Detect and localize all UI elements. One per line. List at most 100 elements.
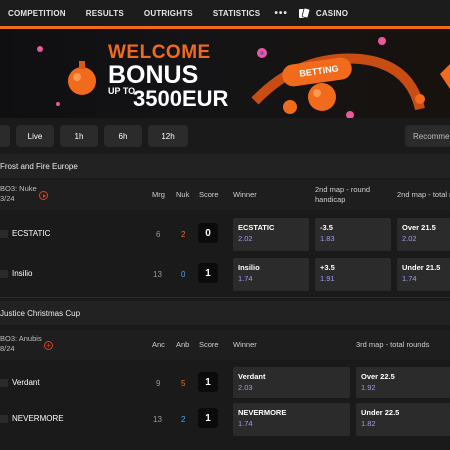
column-winner-header: Winner <box>233 190 257 199</box>
map-progress: 3/24 <box>0 193 15 203</box>
column-handicap-header: 2nd map - round handicap <box>315 185 371 204</box>
nav-competition[interactable]: COMPETITION <box>8 9 66 18</box>
stat-a: 6 <box>156 230 161 239</box>
odd-label: -3.5 <box>320 223 333 232</box>
odd-value: 1.92 <box>361 383 376 392</box>
tournament-header[interactable]: Frost and Fire Europe <box>0 154 450 178</box>
team-logo <box>0 269 8 278</box>
column-a-header: Anc <box>152 340 165 349</box>
column-score-header: Score <box>199 190 219 199</box>
column-total-header: 3rd map - total rounds <box>356 340 430 349</box>
column-total-header: 2nd map - total r <box>397 190 450 199</box>
add-icon[interactable]: + <box>44 341 53 350</box>
team-label: NEVERMORE <box>12 414 64 423</box>
odd-label: +3.5 <box>320 263 335 272</box>
team-logo <box>0 414 8 423</box>
more-menu-button[interactable]: ••• <box>274 8 288 19</box>
map-format: BO3: Nuke <box>0 184 37 193</box>
odd-value: 1.74 <box>238 274 253 283</box>
score-badge: 1 <box>198 408 218 428</box>
odd-value: 2.03 <box>238 383 253 392</box>
nav-casino-label: CASINO <box>315 8 349 18</box>
stat-b: 5 <box>181 379 186 388</box>
filter-6h-button[interactable]: 6h <box>104 125 142 147</box>
match-header: BO3: Anubis 8/24 + Anc Anb Score Winner … <box>0 330 450 360</box>
banner-welcome-text: WELCOME <box>108 42 211 63</box>
total-odd-button[interactable]: Over 22.5 1.92 <box>356 367 450 400</box>
score-badge: 1 <box>198 372 218 392</box>
match-map-info: BO3: Nuke 3/24 <box>0 184 37 204</box>
recommended-filter-button[interactable]: Recomme <box>405 125 450 147</box>
odd-value: 1.74 <box>402 274 417 283</box>
live-stream-icon[interactable] <box>39 191 48 200</box>
team-name[interactable]: ECSTATIC <box>0 229 50 238</box>
odd-value: 1.83 <box>320 234 335 243</box>
divider <box>0 297 450 298</box>
odd-label: Over 22.5 <box>361 372 395 381</box>
match-header: BO3: Nuke 3/24 Mrg Nuk Score Winner 2nd … <box>0 180 450 210</box>
stat-b: 0 <box>181 270 186 279</box>
stat-a: 13 <box>153 270 162 279</box>
column-winner-header: Winner <box>233 340 257 349</box>
tournament-name: Frost and Fire Europe <box>0 161 78 171</box>
odd-value: 2.02 <box>402 234 417 243</box>
nav-casino[interactable]: CASINO <box>298 7 349 19</box>
odd-value: 1.74 <box>238 419 253 428</box>
team-label: Insilio <box>12 269 33 278</box>
filter-12h-button[interactable]: 12h <box>148 125 188 147</box>
winner-odd-button[interactable]: Verdant 2.03 <box>233 367 350 400</box>
team-name[interactable]: Insilio <box>0 269 32 278</box>
column-a-header: Mrg <box>152 190 165 199</box>
tournament-header[interactable]: Justice Christmas Cup <box>0 301 450 325</box>
stat-b: 2 <box>181 230 186 239</box>
welcome-bonus-banner[interactable]: WELCOME BONUS UP TO 3500EUR BETTING <box>0 29 450 118</box>
odd-value: 1.91 <box>320 274 335 283</box>
match-map-info: BO3: Anubis 8/24 <box>0 334 42 354</box>
nav-outrights[interactable]: OUTRIGHTS <box>144 9 193 18</box>
time-filter-bar: Live 1h 6h 12h Recomme <box>0 118 450 154</box>
total-odd-button[interactable]: Under 22.5 1.82 <box>356 403 450 436</box>
team-label: ECSTATIC <box>12 229 51 238</box>
winner-odd-button[interactable]: NEVERMORE 1.74 <box>233 403 350 436</box>
team-name[interactable]: Verdant <box>0 378 40 387</box>
banner-amount-text: 3500EUR <box>133 86 229 111</box>
team-logo <box>0 229 8 238</box>
total-odd-button[interactable]: Under 21.5 1.74 <box>397 258 450 291</box>
odd-label: Verdant <box>238 372 266 381</box>
top-navigation: COMPETITION RESULTS OUTRIGHTS STATISTICS… <box>0 0 450 26</box>
column-score-header: Score <box>199 340 219 349</box>
team-name[interactable]: NEVERMORE <box>0 414 64 423</box>
stat-b: 2 <box>181 415 186 424</box>
column-b-header: Anb <box>176 340 190 349</box>
winner-odd-button[interactable]: ECSTATIC 2.02 <box>233 218 309 251</box>
tournament-name: Justice Christmas Cup <box>0 308 81 318</box>
handicap-odd-button[interactable]: +3.5 1.91 <box>315 258 391 291</box>
odd-label: ECSTATIC <box>238 223 275 232</box>
match-row: ECSTATIC 6 2 0 ECSTATIC 2.02 -3.5 1.83 Ove… <box>0 213 450 257</box>
match-row: NEVERMORE 13 2 1 NEVERMORE 1.74 Under 22.… <box>0 398 450 442</box>
nav-results[interactable]: RESULTS <box>86 9 124 18</box>
odd-value: 1.82 <box>361 419 376 428</box>
score-badge: 1 <box>198 263 218 283</box>
map-progress: 8/24 <box>0 343 15 353</box>
team-logo <box>0 378 8 387</box>
odd-label: Over 21.5 <box>402 223 436 232</box>
filter-all-button[interactable] <box>0 125 10 147</box>
nav-statistics[interactable]: STATISTICS <box>213 9 260 18</box>
match-row: Insilio 13 0 1 Insilio 1.74 +3.5 1.91 Unde… <box>0 253 450 297</box>
cards-icon <box>298 7 310 18</box>
odd-label: Under 22.5 <box>361 408 400 417</box>
odd-label: Under 21.5 <box>402 263 441 272</box>
score-badge: 0 <box>198 223 218 243</box>
banner-bonus-text: BONUS <box>108 61 199 89</box>
column-b-header: Nuk <box>176 190 190 199</box>
total-odd-button[interactable]: Over 21.5 2.02 <box>397 218 450 251</box>
map-format: BO3: Anubis <box>0 334 42 343</box>
filter-1h-button[interactable]: 1h <box>60 125 98 147</box>
filter-live-button[interactable]: Live <box>16 125 54 147</box>
stat-a: 13 <box>153 415 162 424</box>
stat-a: 9 <box>156 379 161 388</box>
handicap-odd-button[interactable]: -3.5 1.83 <box>315 218 391 251</box>
winner-odd-button[interactable]: Insilio 1.74 <box>233 258 309 291</box>
odd-value: 2.02 <box>238 234 253 243</box>
